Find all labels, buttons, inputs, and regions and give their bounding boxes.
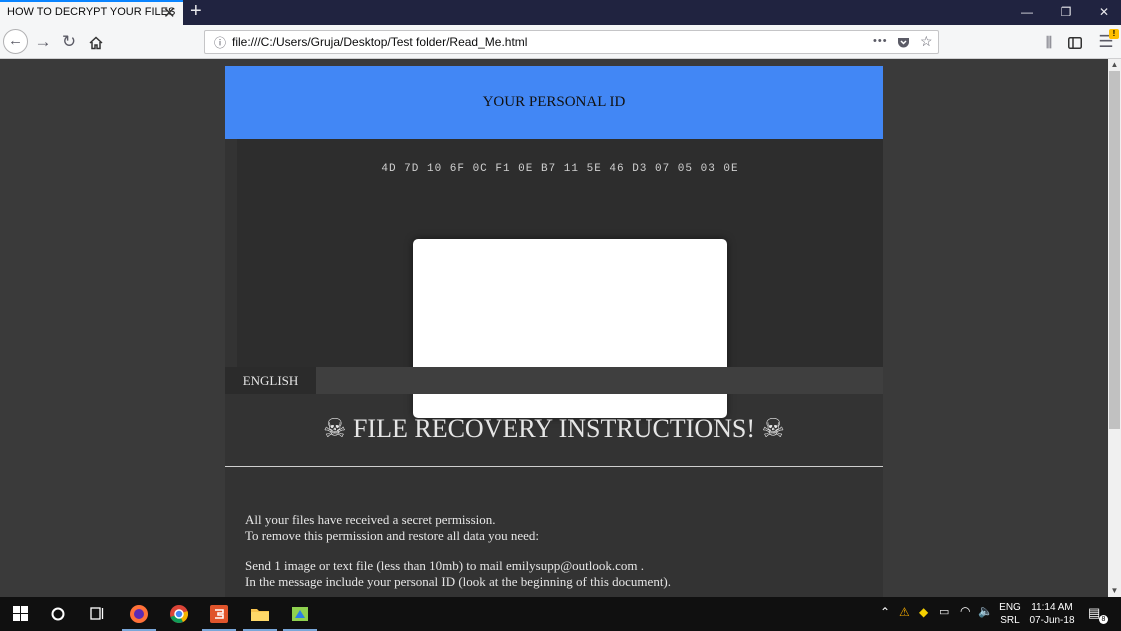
tab-close-icon[interactable]: ✕ [163,4,176,22]
reload-icon: ↻ [61,32,77,51]
pocket-icon[interactable] [897,33,910,52]
tab-title: HOW TO DECRYPT YOUR FILES [7,6,176,18]
notification-count-badge: 8 [1099,615,1108,624]
scroll-up-icon[interactable]: ▲ [1108,59,1121,71]
vertical-scrollbar[interactable]: ▲ ▼ [1108,59,1121,597]
volume-icon[interactable]: 🔈 [978,605,993,618]
sidebar-button[interactable] [1066,25,1084,59]
start-button[interactable] [0,597,40,631]
language-code: ENG [999,602,1021,613]
library-icon[interactable]: ⫼ [1040,25,1058,59]
search-button[interactable] [38,597,78,631]
windows-taskbar: ⌃ ⚠ ◆ ▭ ◠ 🔈 ENG SRL 11:14 AM 07-Jun-18 ▤… [0,597,1121,631]
instructions-title: ☠ FILE RECOVERY INSTRUCTIONS! ☠ [323,414,785,443]
clock-time: 11:14 AM [1031,602,1073,613]
chrome-icon [170,604,188,623]
firefox-taskbar-button[interactable] [119,597,159,631]
personal-id-header: YOUR PERSONAL ID [225,66,883,139]
task-view-button[interactable] [77,597,117,631]
personal-id-panel: 4D 7D 10 6F 0C F1 0E B7 11 5E 46 D3 07 0… [237,139,883,418]
scroll-down-icon[interactable]: ▼ [1108,585,1121,597]
close-window-button[interactable]: ✕ [1085,0,1121,25]
language-tab-english[interactable]: ENGLISH [225,367,316,394]
update-badge: ! [1109,29,1119,39]
scroll-thumb[interactable] [1109,71,1120,429]
wifi-icon[interactable]: ◠ [960,605,970,618]
home-button[interactable] [86,25,106,59]
sublime-text-icon [210,604,228,623]
personal-id-value: 4D 7D 10 6F 0C F1 0E B7 11 5E 46 D3 07 0… [381,163,739,175]
file-explorer-taskbar-button[interactable] [240,597,280,631]
keyboard-layout-code: SRL [1000,615,1020,626]
browser-tab-strip: HOW TO DECRYPT YOUR FILES ✕ + — ❐ ✕ [0,0,1121,25]
arrow-right-icon: → [34,32,52,51]
language-bar: ENGLISH [225,367,883,394]
tray-warning-icon[interactable]: ⚠ [899,606,910,619]
sublime-taskbar-button[interactable] [199,597,239,631]
page-viewport: YOUR PERSONAL ID 4D 7D 10 6F 0C F1 0E B7… [0,59,1108,597]
instruction-line: To remove this permission and restore al… [245,528,540,543]
browser-tab[interactable]: HOW TO DECRYPT YOUR FILES ✕ [0,0,183,25]
minimize-button[interactable]: — [1008,0,1046,25]
ransom-note-page: YOUR PERSONAL ID 4D 7D 10 6F 0C F1 0E B7… [225,66,883,597]
cortana-icon [51,607,65,621]
reload-button[interactable]: ↻ [60,25,78,59]
windows-logo-icon [12,606,28,622]
home-icon [89,35,103,49]
folder-icon [251,608,269,621]
instruction-line: In the message include your personal ID … [245,574,672,589]
address-bar[interactable]: ⓘ file:///C:/Users/Gruja/Desktop/Test fo… [204,30,939,54]
instruction-line: Send 1 image or text file (less than 10m… [245,558,645,573]
navigation-toolbar: ← → ↻ ⓘ file:///C:/Users/Gruja/Desktop/T… [0,25,1121,59]
show-hidden-icons-chevron-up-icon[interactable]: ⌃ [880,606,890,619]
firefox-icon [130,604,148,623]
app-taskbar-button[interactable] [280,597,320,631]
task-view-icon [89,607,103,620]
chrome-taskbar-button[interactable] [159,597,199,631]
battery-icon[interactable]: ▭ [939,606,949,619]
url-text[interactable]: file:///C:/Users/Gruja/Desktop/Test fold… [232,35,527,49]
tray-gem-icon[interactable]: ◆ [919,606,928,619]
back-button[interactable]: ← [3,29,28,54]
clock-date: 07-Jun-18 [1029,615,1075,626]
sidebar-icon [1068,36,1082,49]
page-actions-button[interactable]: ••• [873,35,888,47]
input-language-indicator[interactable]: ENG SRL [999,601,1021,627]
divider [225,466,883,467]
clock[interactable]: 11:14 AM 07-Jun-18 [1028,601,1076,627]
new-tab-button[interactable]: + [190,0,202,23]
bookmark-star-icon[interactable]: ☆ [920,33,933,50]
arrow-left-icon: ← [8,32,23,49]
forward-button[interactable]: → [34,25,52,59]
site-info-icon[interactable]: ⓘ [214,34,226,51]
restore-button[interactable]: ❐ [1047,0,1085,25]
app-icon [292,606,308,621]
instruction-line: All your files have received a secret pe… [245,512,496,527]
